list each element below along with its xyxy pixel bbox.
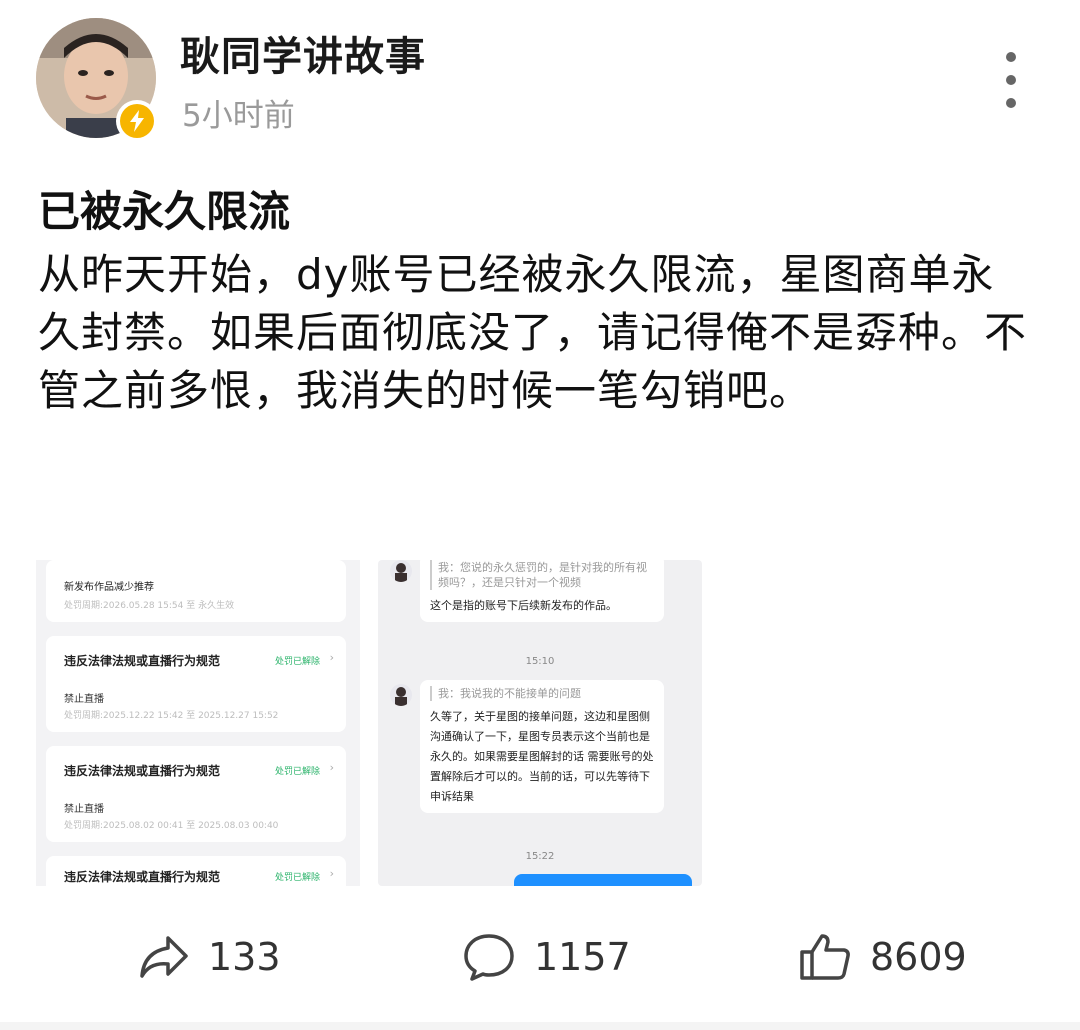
penalty-period: 处罚周期:2026.05.28 15:54 至 永久生效 bbox=[64, 601, 235, 611]
like-count: 8609 bbox=[870, 935, 967, 979]
penalty-title: 违反法律法规或直播行为规范 bbox=[64, 870, 221, 884]
penalty-title: 新发布作品减少推荐 bbox=[64, 582, 154, 593]
like-button[interactable]: 8609 bbox=[798, 930, 967, 984]
penalty-sub: 禁止直播 bbox=[64, 694, 104, 705]
share-icon bbox=[140, 936, 188, 978]
chat-timestamp: 15:10 bbox=[525, 656, 555, 667]
comment-button[interactable]: 1157 bbox=[462, 930, 631, 984]
penalty-card: 新发布作品减少推荐 处罚周期:2026.05.28 15:54 至 永久生效 bbox=[46, 560, 346, 622]
post-time: 5小时前 bbox=[182, 98, 295, 134]
penalty-status: 处罚已解除 bbox=[274, 873, 320, 883]
post-title: 已被永久限流 bbox=[38, 187, 291, 236]
lightning-icon bbox=[130, 110, 144, 132]
more-options-icon[interactable] bbox=[998, 52, 1024, 108]
penalty-card: 违反法律法规或直播行为规范 处罚已解除 › 禁止直播 处罚周期:2025.08.… bbox=[46, 746, 346, 842]
share-button[interactable]: 133 bbox=[138, 930, 281, 984]
penalty-card: 违反法律法规或直播行为规范 处罚已解除 › 禁止直播 处罚周期:2025.12.… bbox=[46, 636, 346, 732]
sent-message-bubble bbox=[514, 874, 692, 886]
penalty-card: 违反法律法规或直播行为规范 处罚已解除 › bbox=[46, 856, 346, 886]
share-count: 133 bbox=[208, 935, 281, 979]
reply-message: 久等了，关于星图的接单问题，这边和星图侧沟通确认了一下，星图专员表示这个当前也是… bbox=[430, 710, 654, 803]
reply-message: 这个是指的账号下后续新发布的作品。 bbox=[430, 599, 617, 612]
penalty-status: 处罚已解除 bbox=[274, 767, 320, 777]
chat-timestamp: 15:22 bbox=[525, 851, 555, 862]
verified-badge bbox=[116, 100, 158, 142]
thumbs-up-icon bbox=[800, 934, 850, 980]
post-image-left[interactable]: 新发布作品减少推荐 处罚周期:2026.05.28 15:54 至 永久生效 违… bbox=[36, 560, 360, 886]
quoted-message: 我：您说的永久惩罚的，是针对我的所有视频吗？，还是只针对一个视频 bbox=[430, 560, 654, 590]
penalty-status: 处罚已解除 bbox=[274, 657, 320, 667]
agent-avatar-icon bbox=[390, 560, 412, 582]
post-text: 从昨天开始，dy账号已经被永久限流，星图商单永久封禁。如果后面彻底没了，请记得俺… bbox=[38, 250, 1028, 415]
author-name[interactable]: 耿同学讲故事 bbox=[180, 24, 426, 82]
chat-bubble: 我：您说的永久惩罚的，是针对我的所有视频吗？，还是只针对一个视频 这个是指的账号… bbox=[420, 560, 664, 622]
penalty-period: 处罚周期:2025.08.02 00:41 至 2025.08.03 00:40 bbox=[64, 821, 279, 831]
divider bbox=[0, 1022, 1080, 1030]
chevron-right-icon: › bbox=[329, 867, 334, 880]
comment-count: 1157 bbox=[534, 935, 631, 979]
chevron-right-icon: › bbox=[329, 651, 334, 664]
penalty-sub: 禁止直播 bbox=[64, 804, 104, 815]
penalty-period: 处罚周期:2025.12.22 15:42 至 2025.12.27 15:52 bbox=[64, 711, 279, 721]
penalty-title: 违反法律法规或直播行为规范 bbox=[64, 764, 221, 778]
penalty-title: 违反法律法规或直播行为规范 bbox=[64, 654, 221, 668]
chevron-right-icon: › bbox=[329, 761, 334, 774]
chat-bubble: 我：我说我的不能接单的问题 久等了，关于星图的接单问题，这边和星图侧沟通确认了一… bbox=[420, 680, 664, 813]
agent-avatar-icon bbox=[390, 684, 412, 706]
comment-icon bbox=[464, 934, 514, 981]
quoted-message: 我：我说我的不能接单的问题 bbox=[430, 686, 654, 701]
post-image-right[interactable]: 我：您说的永久惩罚的，是针对我的所有视频吗？，还是只针对一个视频 这个是指的账号… bbox=[378, 560, 702, 886]
